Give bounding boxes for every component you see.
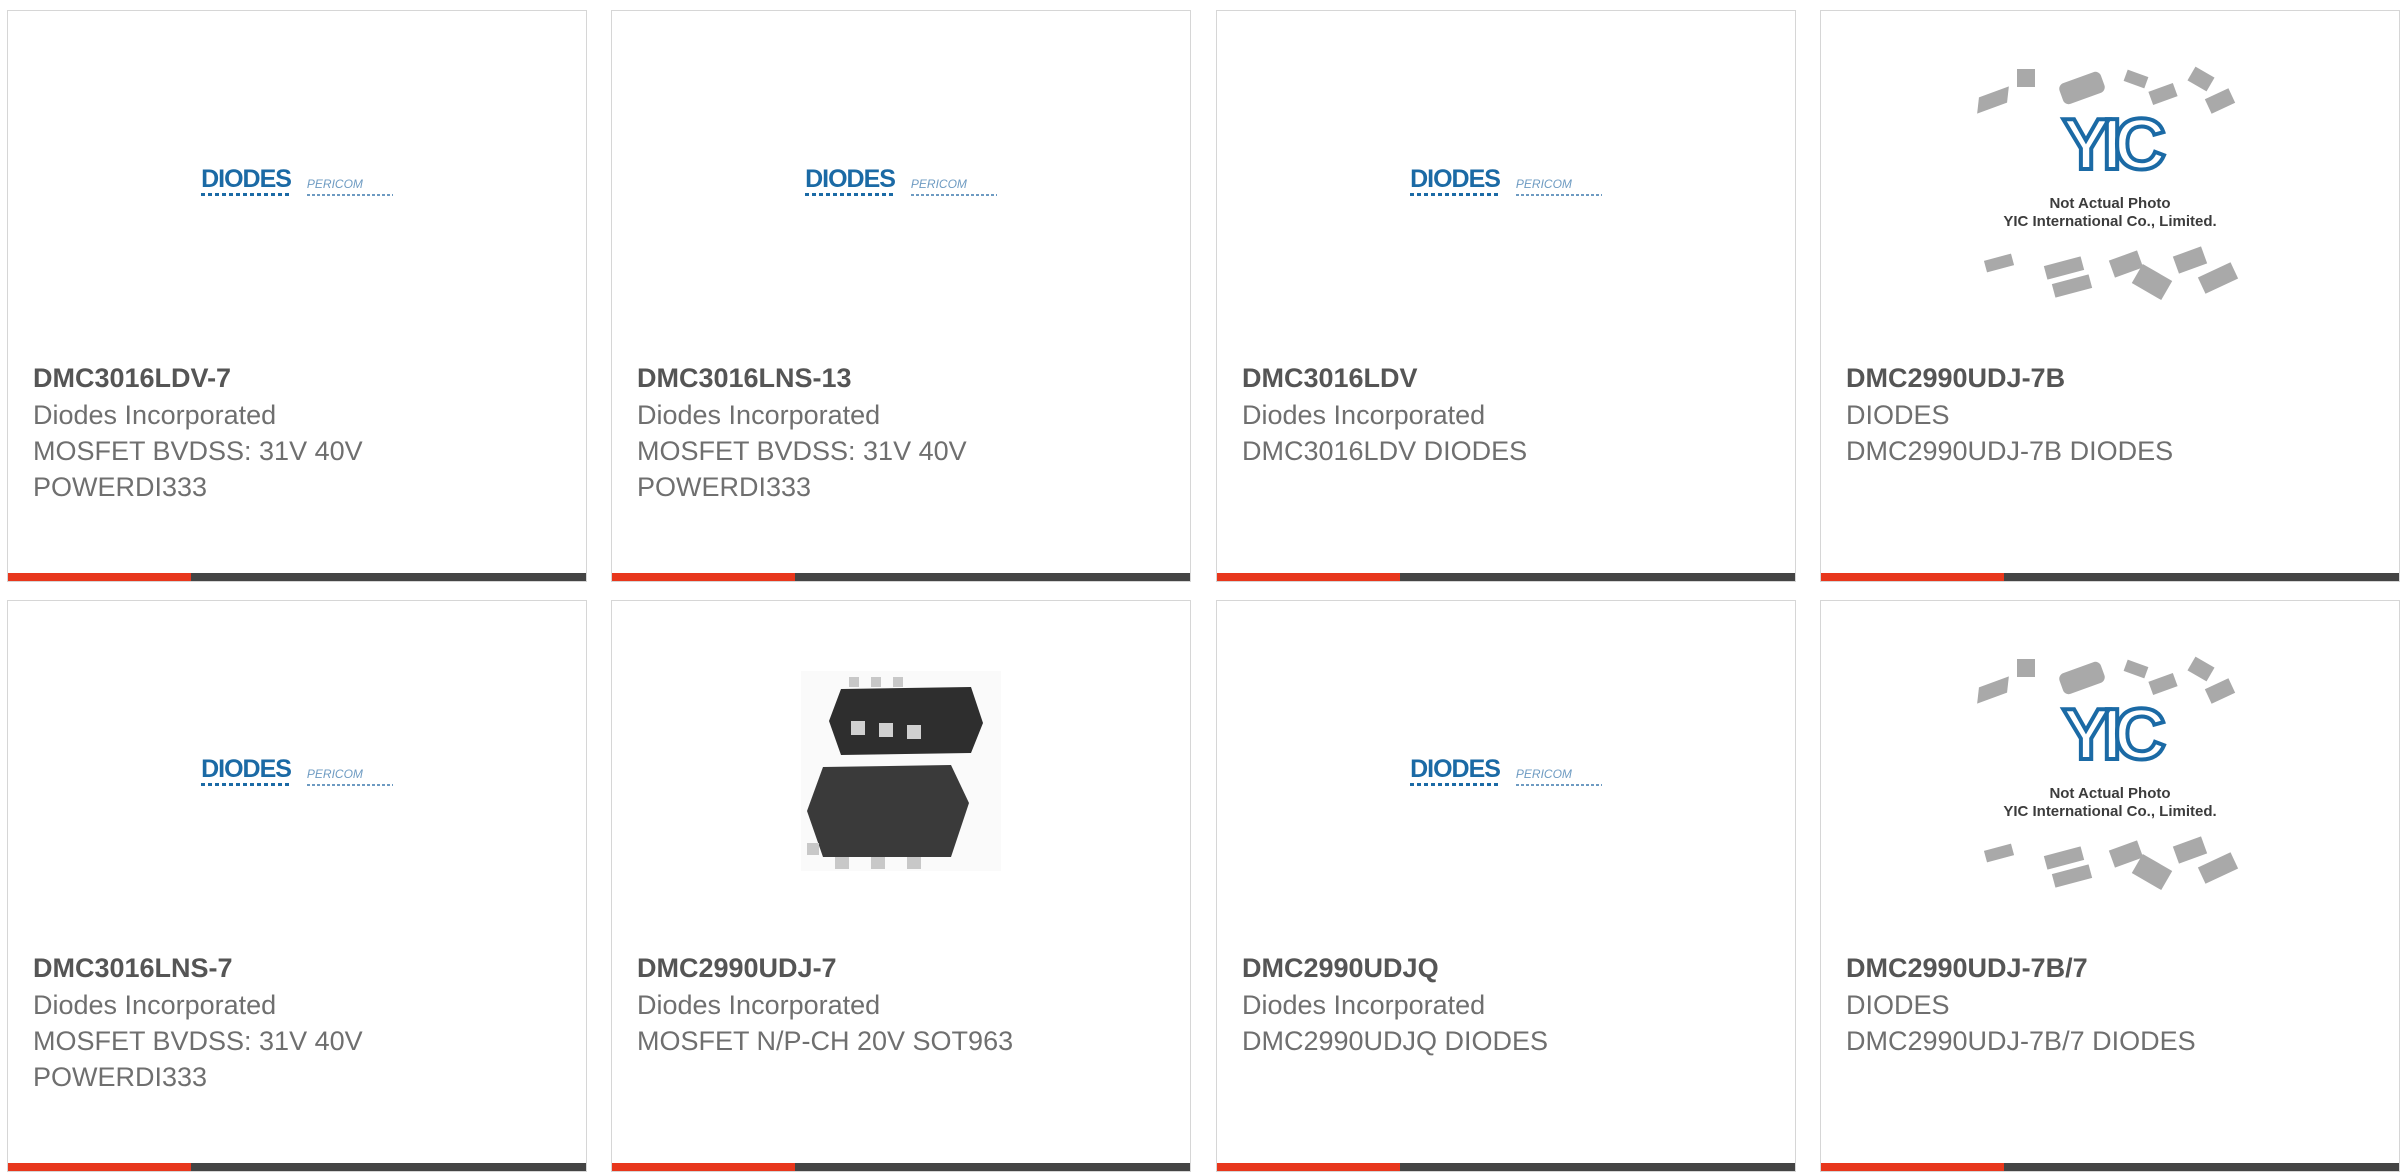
card-accent-bar bbox=[8, 573, 586, 581]
card-accent-bar bbox=[1217, 573, 1795, 581]
diodes-logo: DIODES PERICOM bbox=[1410, 756, 1602, 786]
part-number-link[interactable]: DMC2990UDJ-7B/7 bbox=[1846, 949, 2379, 987]
description-line-2: POWERDI333 bbox=[637, 472, 812, 502]
product-card[interactable]: DIODES PERICOM DMC3016LNS-7 Diodes Incorpor… bbox=[7, 600, 587, 1172]
part-number-link[interactable]: DMC2990UDJ-7 bbox=[637, 949, 1170, 987]
product-info: DMC3016LNS-7 Diodes Incorporated MOSFET BV… bbox=[33, 949, 566, 1095]
description-line-2: POWERDI333 bbox=[33, 1062, 208, 1092]
part-number-link[interactable]: DMC3016LDV-7 bbox=[33, 359, 566, 397]
product-image[interactable]: DIODES PERICOM bbox=[1217, 601, 1795, 941]
manufacturer: Diodes Incorporated bbox=[33, 990, 277, 1020]
product-info: DMC3016LNS-13 Diodes Incorporated MOSFET B… bbox=[637, 359, 1170, 505]
product-image[interactable]: DIODES PERICOM bbox=[1217, 11, 1795, 351]
yic-not-actual-photo: YIC Not Actual Photo YIC International Co.… bbox=[1975, 61, 2245, 301]
pericom-wordmark: PERICOM bbox=[1515, 177, 1602, 196]
product-image[interactable]: DIODES PERICOM bbox=[612, 11, 1190, 351]
card-accent-bar bbox=[1821, 1163, 2399, 1171]
product-image[interactable] bbox=[612, 601, 1190, 941]
description: DMC2990UDJ-7B DIODES bbox=[1846, 436, 2174, 466]
part-number-link[interactable]: DMC3016LNS-7 bbox=[33, 949, 566, 987]
yic-logo: YIC bbox=[2060, 695, 2168, 775]
pericom-wordmark: PERICOM bbox=[306, 767, 393, 786]
card-accent-bar bbox=[1217, 1163, 1795, 1171]
manufacturer: Diodes Incorporated bbox=[637, 990, 881, 1020]
manufacturer: DIODES bbox=[1846, 400, 1950, 430]
diodes-wordmark: DIODES bbox=[201, 756, 292, 786]
yic-not-actual-photo: YIC Not Actual Photo YIC International Co.… bbox=[1975, 651, 2245, 891]
part-number-link[interactable]: DMC2990UDJ-7B bbox=[1846, 359, 2379, 397]
product-image[interactable]: DIODES PERICOM bbox=[8, 11, 586, 351]
description: MOSFET BVDSS: 31V 40V bbox=[637, 436, 967, 466]
product-card[interactable]: YIC Not Actual Photo YIC International Co.… bbox=[1820, 600, 2400, 1172]
card-accent-bar bbox=[612, 573, 1190, 581]
manufacturer: Diodes Incorporated bbox=[33, 400, 277, 430]
diodes-wordmark: DIODES bbox=[201, 166, 292, 196]
product-info: DMC2990UDJ-7B/7 DIODES DMC2990UDJ-7B/7 DIO… bbox=[1846, 949, 2379, 1059]
manufacturer: Diodes Incorporated bbox=[1242, 990, 1486, 1020]
not-actual-photo-text: Not Actual Photo bbox=[2049, 195, 2171, 212]
manufacturer: Diodes Incorporated bbox=[637, 400, 881, 430]
package-photo bbox=[801, 671, 1001, 871]
product-info: DMC2990UDJ-7 Diodes Incorporated MOSFET N/… bbox=[637, 949, 1170, 1059]
part-number-link[interactable]: DMC3016LDV bbox=[1242, 359, 1775, 397]
product-card[interactable]: DIODES PERICOM DMC3016LDV-7 Diodes Incorpor… bbox=[7, 10, 587, 582]
card-accent-bar bbox=[612, 1163, 1190, 1171]
card-accent-bar bbox=[1821, 573, 2399, 581]
manufacturer: DIODES bbox=[1846, 990, 1950, 1020]
diodes-logo: DIODES PERICOM bbox=[805, 166, 997, 196]
product-card[interactable]: YIC Not Actual Photo YIC International Co.… bbox=[1820, 10, 2400, 582]
product-info: DMC3016LDV Diodes Incorporated DMC3016LDV … bbox=[1242, 359, 1775, 469]
manufacturer: Diodes Incorporated bbox=[1242, 400, 1486, 430]
product-image[interactable]: DIODES PERICOM bbox=[8, 601, 586, 941]
not-actual-photo-text: Not Actual Photo bbox=[2049, 785, 2171, 802]
product-info: DMC2990UDJQ Diodes Incorporated DMC2990UDJ… bbox=[1242, 949, 1775, 1059]
part-number-link[interactable]: DMC3016LNS-13 bbox=[637, 359, 1170, 397]
diodes-logo: DIODES PERICOM bbox=[201, 166, 393, 196]
pericom-wordmark: PERICOM bbox=[306, 177, 393, 196]
diodes-logo: DIODES PERICOM bbox=[201, 756, 393, 786]
yic-logo: YIC bbox=[2060, 105, 2168, 185]
product-card[interactable]: DIODES PERICOM DMC3016LDV Diodes Incorporat… bbox=[1216, 10, 1796, 582]
description: DMC3016LDV DIODES bbox=[1242, 436, 1528, 466]
description: DMC2990UDJ-7B/7 DIODES bbox=[1846, 1026, 2196, 1056]
product-image[interactable]: YIC Not Actual Photo YIC International Co.… bbox=[1821, 11, 2399, 351]
diodes-logo: DIODES PERICOM bbox=[1410, 166, 1602, 196]
part-number-link[interactable]: DMC2990UDJQ bbox=[1242, 949, 1775, 987]
description: MOSFET BVDSS: 31V 40V bbox=[33, 436, 363, 466]
pericom-wordmark: PERICOM bbox=[910, 177, 997, 196]
product-card[interactable]: DIODES PERICOM DMC2990UDJQ Diodes Incorpora… bbox=[1216, 600, 1796, 1172]
product-card[interactable]: DMC2990UDJ-7 Diodes Incorporated MOSFET N/… bbox=[611, 600, 1191, 1172]
description-line-2: POWERDI333 bbox=[33, 472, 208, 502]
product-info: DMC2990UDJ-7B DIODES DMC2990UDJ-7B DIODES bbox=[1846, 359, 2379, 469]
description: DMC2990UDJQ DIODES bbox=[1242, 1026, 1549, 1056]
product-grid: DIODES PERICOM DMC3016LDV-7 Diodes Incorpor… bbox=[0, 0, 2400, 1172]
product-image[interactable]: YIC Not Actual Photo YIC International Co.… bbox=[1821, 601, 2399, 941]
description: MOSFET BVDSS: 31V 40V bbox=[33, 1026, 363, 1056]
yic-company-text: YIC International Co., Limited. bbox=[2003, 803, 2217, 820]
card-accent-bar bbox=[8, 1163, 586, 1171]
product-card[interactable]: DIODES PERICOM DMC3016LNS-13 Diodes Incorpo… bbox=[611, 10, 1191, 582]
pericom-wordmark: PERICOM bbox=[1515, 767, 1602, 786]
diodes-wordmark: DIODES bbox=[1410, 166, 1501, 196]
product-info: DMC3016LDV-7 Diodes Incorporated MOSFET BV… bbox=[33, 359, 566, 505]
diodes-wordmark: DIODES bbox=[1410, 756, 1501, 786]
diodes-wordmark: DIODES bbox=[805, 166, 896, 196]
yic-company-text: YIC International Co., Limited. bbox=[2003, 213, 2217, 230]
description: MOSFET N/P-CH 20V SOT963 bbox=[637, 1026, 1014, 1056]
